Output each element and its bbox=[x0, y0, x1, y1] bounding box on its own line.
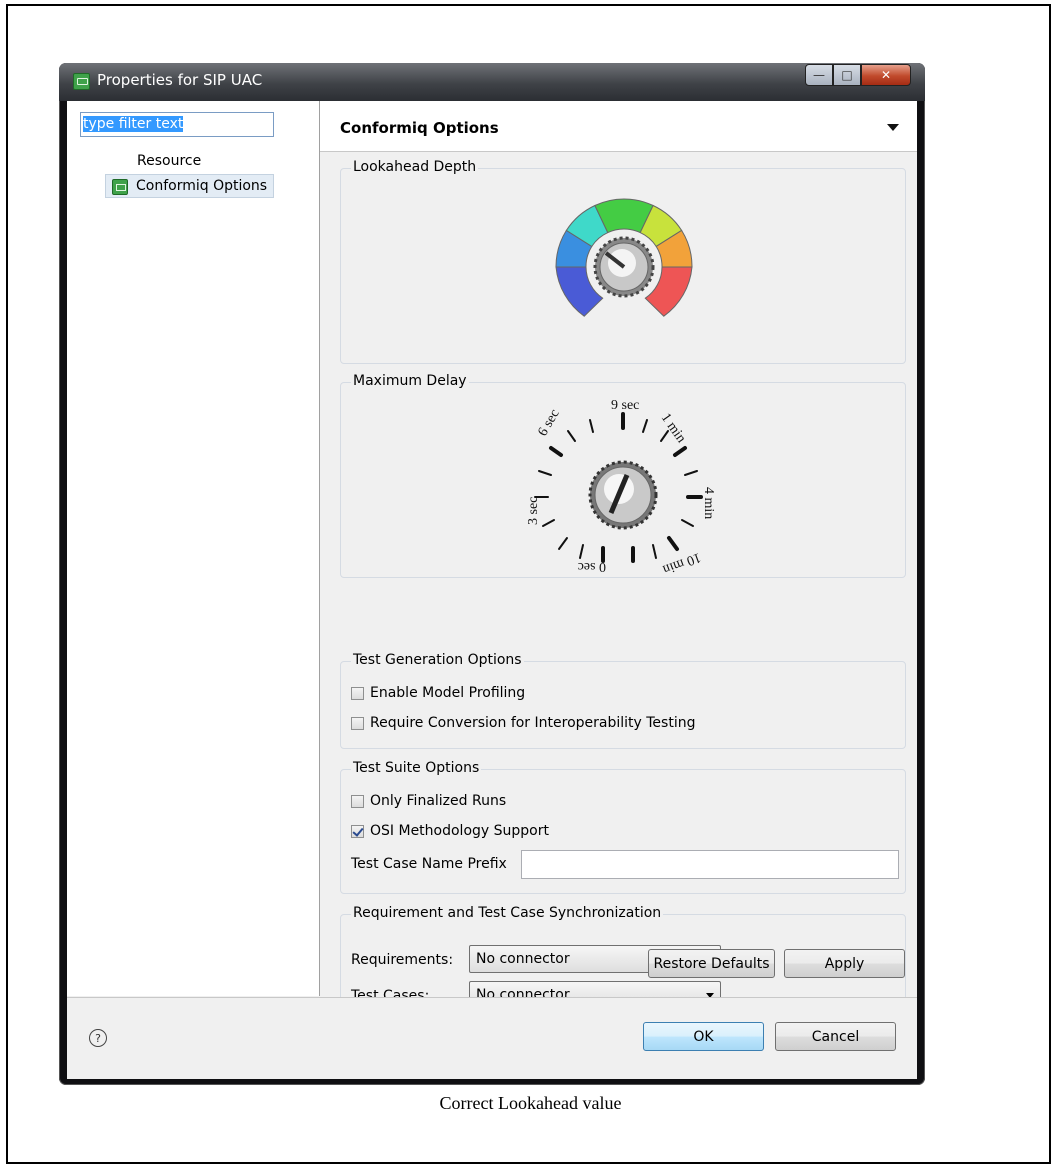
page-title: Conformiq Options bbox=[340, 119, 499, 137]
dial-label-10min: 10 min bbox=[661, 549, 703, 575]
properties-dialog: Properties for SIP UAC — □ ✕ type filter… bbox=[59, 63, 925, 1085]
checkbox-box bbox=[351, 794, 364, 808]
dialog-client-area: type filter text Resource Conformiq Opti… bbox=[67, 101, 917, 1079]
window-title: Properties for SIP UAC bbox=[97, 71, 263, 89]
checkbox-box bbox=[351, 686, 364, 700]
dial-label-4min: 4 min bbox=[701, 487, 716, 519]
figure-caption: Correct Lookahead value bbox=[439, 1093, 622, 1113]
dial-label-3sec: 3 sec bbox=[526, 497, 541, 525]
filter-input[interactable]: type filter text bbox=[80, 112, 274, 137]
checkbox-box bbox=[351, 824, 364, 838]
maximum-delay-dial[interactable]: 9 sec 6 sec 3 sec 1 min 4 min 10 min 0 s… bbox=[513, 395, 733, 575]
lookahead-label: Lookahead Depth bbox=[351, 159, 479, 175]
test-suite-group: Test Suite Options Only Finalized Runs O… bbox=[340, 760, 906, 894]
apply-button[interactable]: Apply bbox=[784, 949, 905, 978]
tree-item-label: Conformiq Options bbox=[136, 178, 268, 194]
maximize-icon: □ bbox=[841, 68, 853, 82]
sync-label: Requirement and Test Case Synchronizatio… bbox=[351, 905, 664, 921]
maximum-delay-label: Maximum Delay bbox=[351, 373, 469, 389]
test-generation-group: Test Generation Options Enable Model Pro… bbox=[340, 652, 906, 749]
dial-label-0sec: 0 sec bbox=[578, 559, 606, 574]
require-conversion-checkbox[interactable]: Require Conversion for Interoperability … bbox=[351, 715, 695, 731]
test-case-prefix-input[interactable] bbox=[521, 850, 899, 879]
checkbox-box bbox=[351, 716, 364, 730]
conformiq-icon bbox=[112, 179, 128, 195]
lookahead-group: Lookahead Depth bbox=[340, 159, 906, 364]
filter-text: type filter text bbox=[83, 116, 184, 132]
requirements-value: No connector bbox=[476, 951, 570, 967]
restore-defaults-button[interactable]: Restore Defaults bbox=[648, 949, 775, 978]
maximum-delay-group: Maximum Delay 9 sec 6 sec 3 sec 1 min 4 … bbox=[340, 373, 906, 578]
close-icon: ✕ bbox=[880, 68, 892, 82]
left-pane: type filter text Resource Conformiq Opti… bbox=[67, 101, 320, 996]
minimize-icon: — bbox=[813, 68, 825, 82]
tree-item-conformiq-options[interactable]: Conformiq Options bbox=[105, 174, 275, 198]
window-controls: — □ ✕ bbox=[805, 64, 911, 86]
test-suite-label: Test Suite Options bbox=[351, 760, 482, 776]
view-menu-icon[interactable] bbox=[887, 124, 899, 131]
app-icon bbox=[73, 73, 90, 90]
osi-methodology-checkbox[interactable]: OSI Methodology Support bbox=[351, 823, 549, 839]
dial-label-9sec: 9 sec bbox=[611, 398, 639, 413]
test-generation-label: Test Generation Options bbox=[351, 652, 524, 668]
enable-profiling-checkbox[interactable]: Enable Model Profiling bbox=[351, 685, 525, 701]
test-case-prefix-label: Test Case Name Prefix bbox=[351, 856, 507, 872]
checkbox-label: Only Finalized Runs bbox=[370, 793, 507, 809]
dial-label-6sec: 6 sec bbox=[535, 407, 562, 439]
tree-item-resource[interactable]: Resource bbox=[137, 153, 201, 169]
ok-button[interactable]: OK bbox=[643, 1022, 764, 1051]
only-finalized-runs-checkbox[interactable]: Only Finalized Runs bbox=[351, 793, 506, 809]
dialog-button-bar: ? OK Cancel bbox=[67, 997, 917, 1079]
checkbox-label: Enable Model Profiling bbox=[370, 685, 526, 701]
maximize-button[interactable]: □ bbox=[833, 64, 861, 86]
lookahead-dial[interactable] bbox=[544, 187, 704, 347]
close-button[interactable]: ✕ bbox=[861, 64, 911, 86]
help-icon[interactable]: ? bbox=[89, 1029, 107, 1047]
title-bar: Properties for SIP UAC — □ ✕ bbox=[59, 63, 925, 101]
checkbox-label: OSI Methodology Support bbox=[370, 823, 549, 839]
checkbox-label: Require Conversion for Interoperability … bbox=[370, 715, 696, 731]
requirements-label: Requirements: bbox=[351, 952, 454, 968]
page-header: Conformiq Options bbox=[320, 101, 917, 152]
cancel-button[interactable]: Cancel bbox=[775, 1022, 896, 1051]
minimize-button[interactable]: — bbox=[805, 64, 833, 86]
